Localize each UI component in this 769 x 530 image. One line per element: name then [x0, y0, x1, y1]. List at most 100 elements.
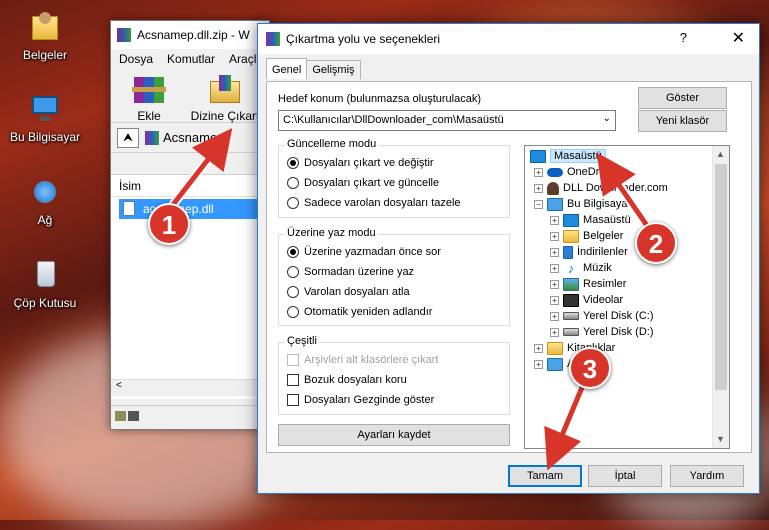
- step-callout-1: 1: [148, 203, 190, 245]
- help-icon[interactable]: ?: [680, 30, 687, 45]
- radio-button-selected: [287, 157, 299, 169]
- cancel-button[interactable]: İptal: [588, 465, 662, 487]
- close-icon[interactable]: ✕: [732, 28, 745, 48]
- tree-item-label: OneDri: [567, 166, 602, 178]
- tree-item-this-pc[interactable]: − Bu Bilgisaya: [534, 196, 628, 212]
- winrar-menubar: Dosya Komutlar Araçla: [111, 49, 269, 69]
- tree-item-drive-d[interactable]: + Yerel Disk (D:): [550, 324, 654, 340]
- tree-scrollbar[interactable]: ▲ ▼: [712, 146, 729, 448]
- expand-icon[interactable]: +: [534, 343, 543, 353]
- tree-item-desktop-root[interactable]: Masaüstü: [530, 148, 606, 164]
- up-folder-button[interactable]: ⮝: [117, 127, 139, 148]
- expand-icon[interactable]: +: [550, 215, 559, 225]
- expand-icon[interactable]: +: [550, 311, 559, 321]
- menu-file[interactable]: Dosya: [119, 52, 153, 66]
- tree-item-label: Resimler: [583, 278, 627, 290]
- horizontal-scrollbar[interactable]: <: [111, 379, 269, 396]
- winrar-toolbar: Ekle Dizine Çıkart: [111, 69, 269, 123]
- scroll-down-icon[interactable]: ▼: [716, 434, 725, 444]
- ok-button[interactable]: Tamam: [508, 465, 582, 487]
- pictures-icon: [563, 277, 579, 291]
- tree-item-onedrive[interactable]: + OneDri: [534, 164, 602, 180]
- scrollbar-thumb[interactable]: [715, 164, 727, 390]
- save-settings-button[interactable]: Ayarları kaydet: [278, 424, 510, 446]
- new-folder-button[interactable]: Yeni klasör: [638, 110, 727, 132]
- expand-icon[interactable]: +: [550, 263, 559, 273]
- show-button[interactable]: Göster: [638, 87, 727, 109]
- tree-item-music[interactable]: + ♪ Müzik: [550, 260, 612, 276]
- collapse-icon[interactable]: −: [534, 199, 543, 209]
- overwrite-option-skip[interactable]: Varolan dosyaları atla: [287, 286, 410, 298]
- expand-icon[interactable]: +: [534, 167, 543, 177]
- misc-option-keep-broken[interactable]: Bozuk dosyaları koru: [287, 374, 407, 386]
- overwrite-mode-group: Üzerine yaz modu Üzerine yazmadan önce s…: [278, 227, 510, 326]
- tree-item-videos[interactable]: + Videolar: [550, 292, 623, 308]
- scroll-up-icon[interactable]: ▲: [716, 149, 725, 159]
- expand-icon[interactable]: +: [534, 359, 543, 369]
- overwrite-option-rename[interactable]: Otomatik yeniden adlandır: [287, 306, 432, 318]
- expand-icon[interactable]: +: [550, 327, 559, 337]
- misc-group: Çeşitli Arşivleri alt klasörlere çıkart …: [278, 335, 510, 415]
- drive-icon: [563, 328, 579, 336]
- winrar-app-icon: [117, 28, 131, 42]
- tree-item-user[interactable]: + DLL Downloader.com: [534, 180, 668, 196]
- add-button[interactable]: Ekle: [119, 73, 179, 123]
- option-label: Dosyaları çıkart ve güncelle: [304, 177, 440, 189]
- desktop-icon-recycle-bin[interactable]: Çöp Kutusu: [0, 258, 90, 310]
- recycle-bin-icon: [28, 258, 62, 292]
- expand-icon[interactable]: +: [550, 247, 559, 257]
- update-option-extract-update[interactable]: Dosyaları çıkart ve güncelle: [287, 177, 439, 189]
- dialog-titlebar[interactable]: Çıkartma yolu ve seçenekleri ? ✕: [258, 24, 759, 54]
- desktop-icon-documents[interactable]: Belgeler: [0, 10, 90, 62]
- column-header-name[interactable]: İsim: [111, 175, 269, 197]
- step-callout-2: 2: [635, 222, 677, 264]
- update-option-freshen[interactable]: Sadece varolan dosyaları tazele: [287, 197, 461, 209]
- tree-item-documents[interactable]: + Belgeler: [550, 228, 623, 244]
- expand-icon[interactable]: +: [550, 295, 559, 305]
- overwrite-option-ask[interactable]: Üzerine yazmadan önce sor: [287, 246, 441, 258]
- misc-option-subfolders[interactable]: Arşivleri alt klasörlere çıkart: [287, 354, 438, 366]
- tree-item-downloads[interactable]: + İndirilenler: [550, 244, 628, 260]
- add-button-label: Ekle: [137, 109, 161, 123]
- user-icon: [547, 181, 559, 195]
- desktop-icon-network[interactable]: Ağ: [0, 175, 90, 227]
- expand-icon[interactable]: +: [534, 183, 543, 193]
- expand-icon[interactable]: +: [550, 231, 559, 241]
- archive-small-icon: [145, 130, 159, 145]
- scroll-left-icon: <: [116, 380, 122, 391]
- network-icon: [547, 357, 563, 371]
- archive-path[interactable]: Acsnamep: [145, 130, 224, 145]
- file-row[interactable]: acsnamep.dll: [119, 199, 263, 219]
- winrar-statusbar: [111, 405, 269, 429]
- dialog-title: Çıkartma yolu ve seçenekleri: [286, 32, 441, 46]
- tree-item-label: DLL Downloader.com: [563, 182, 668, 194]
- menu-commands[interactable]: Komutlar: [167, 52, 215, 66]
- desktop-icon-this-pc[interactable]: Bu Bilgisayar: [0, 92, 90, 144]
- update-option-extract-replace[interactable]: Dosyaları çıkart ve değiştir: [287, 157, 434, 169]
- folder-user-icon: [28, 10, 62, 44]
- radio-button: [287, 197, 299, 209]
- video-icon: [563, 293, 579, 307]
- extract-to-button[interactable]: Dizine Çıkart: [189, 73, 261, 123]
- tab-general[interactable]: Genel: [266, 58, 308, 79]
- option-label: Sormadan üzerine yaz: [304, 266, 415, 278]
- expand-icon[interactable]: +: [550, 279, 559, 289]
- computer-icon: [28, 92, 62, 126]
- tree-item-pictures[interactable]: + Resimler: [550, 276, 626, 292]
- tree-item-label: Belgeler: [583, 230, 624, 242]
- desktop-icon-label: Bu Bilgisayar: [9, 130, 81, 144]
- destination-path-combobox[interactable]: C:\Kullanıcılar\DllDownloader_com\Masaüs…: [278, 110, 616, 131]
- general-tab-panel: Hedef konum (bulunmazsa oluşturulacak) C…: [266, 81, 752, 453]
- help-button[interactable]: Yardım: [670, 465, 744, 487]
- tree-item-drive-c[interactable]: + Yerel Disk (C:): [550, 308, 654, 324]
- downloads-icon: [563, 245, 573, 259]
- tree-item-pc-desktop[interactable]: + Masaüstü: [550, 212, 631, 228]
- misc-title: Çeşitli: [285, 335, 319, 347]
- winrar-titlebar[interactable]: Acsnamep.dll.zip - W: [111, 21, 269, 49]
- tab-advanced[interactable]: Gelişmiş: [306, 60, 361, 79]
- desktop-icon-label: Ağ: [37, 213, 53, 227]
- desktop-icon: [563, 213, 579, 227]
- misc-option-show-in-explorer[interactable]: Dosyaları Gezginde göster: [287, 394, 434, 406]
- overwrite-option-no-prompt[interactable]: Sormadan üzerine yaz: [287, 266, 414, 278]
- winrar-pathbar: ⮝ Acsnamep: [111, 123, 269, 153]
